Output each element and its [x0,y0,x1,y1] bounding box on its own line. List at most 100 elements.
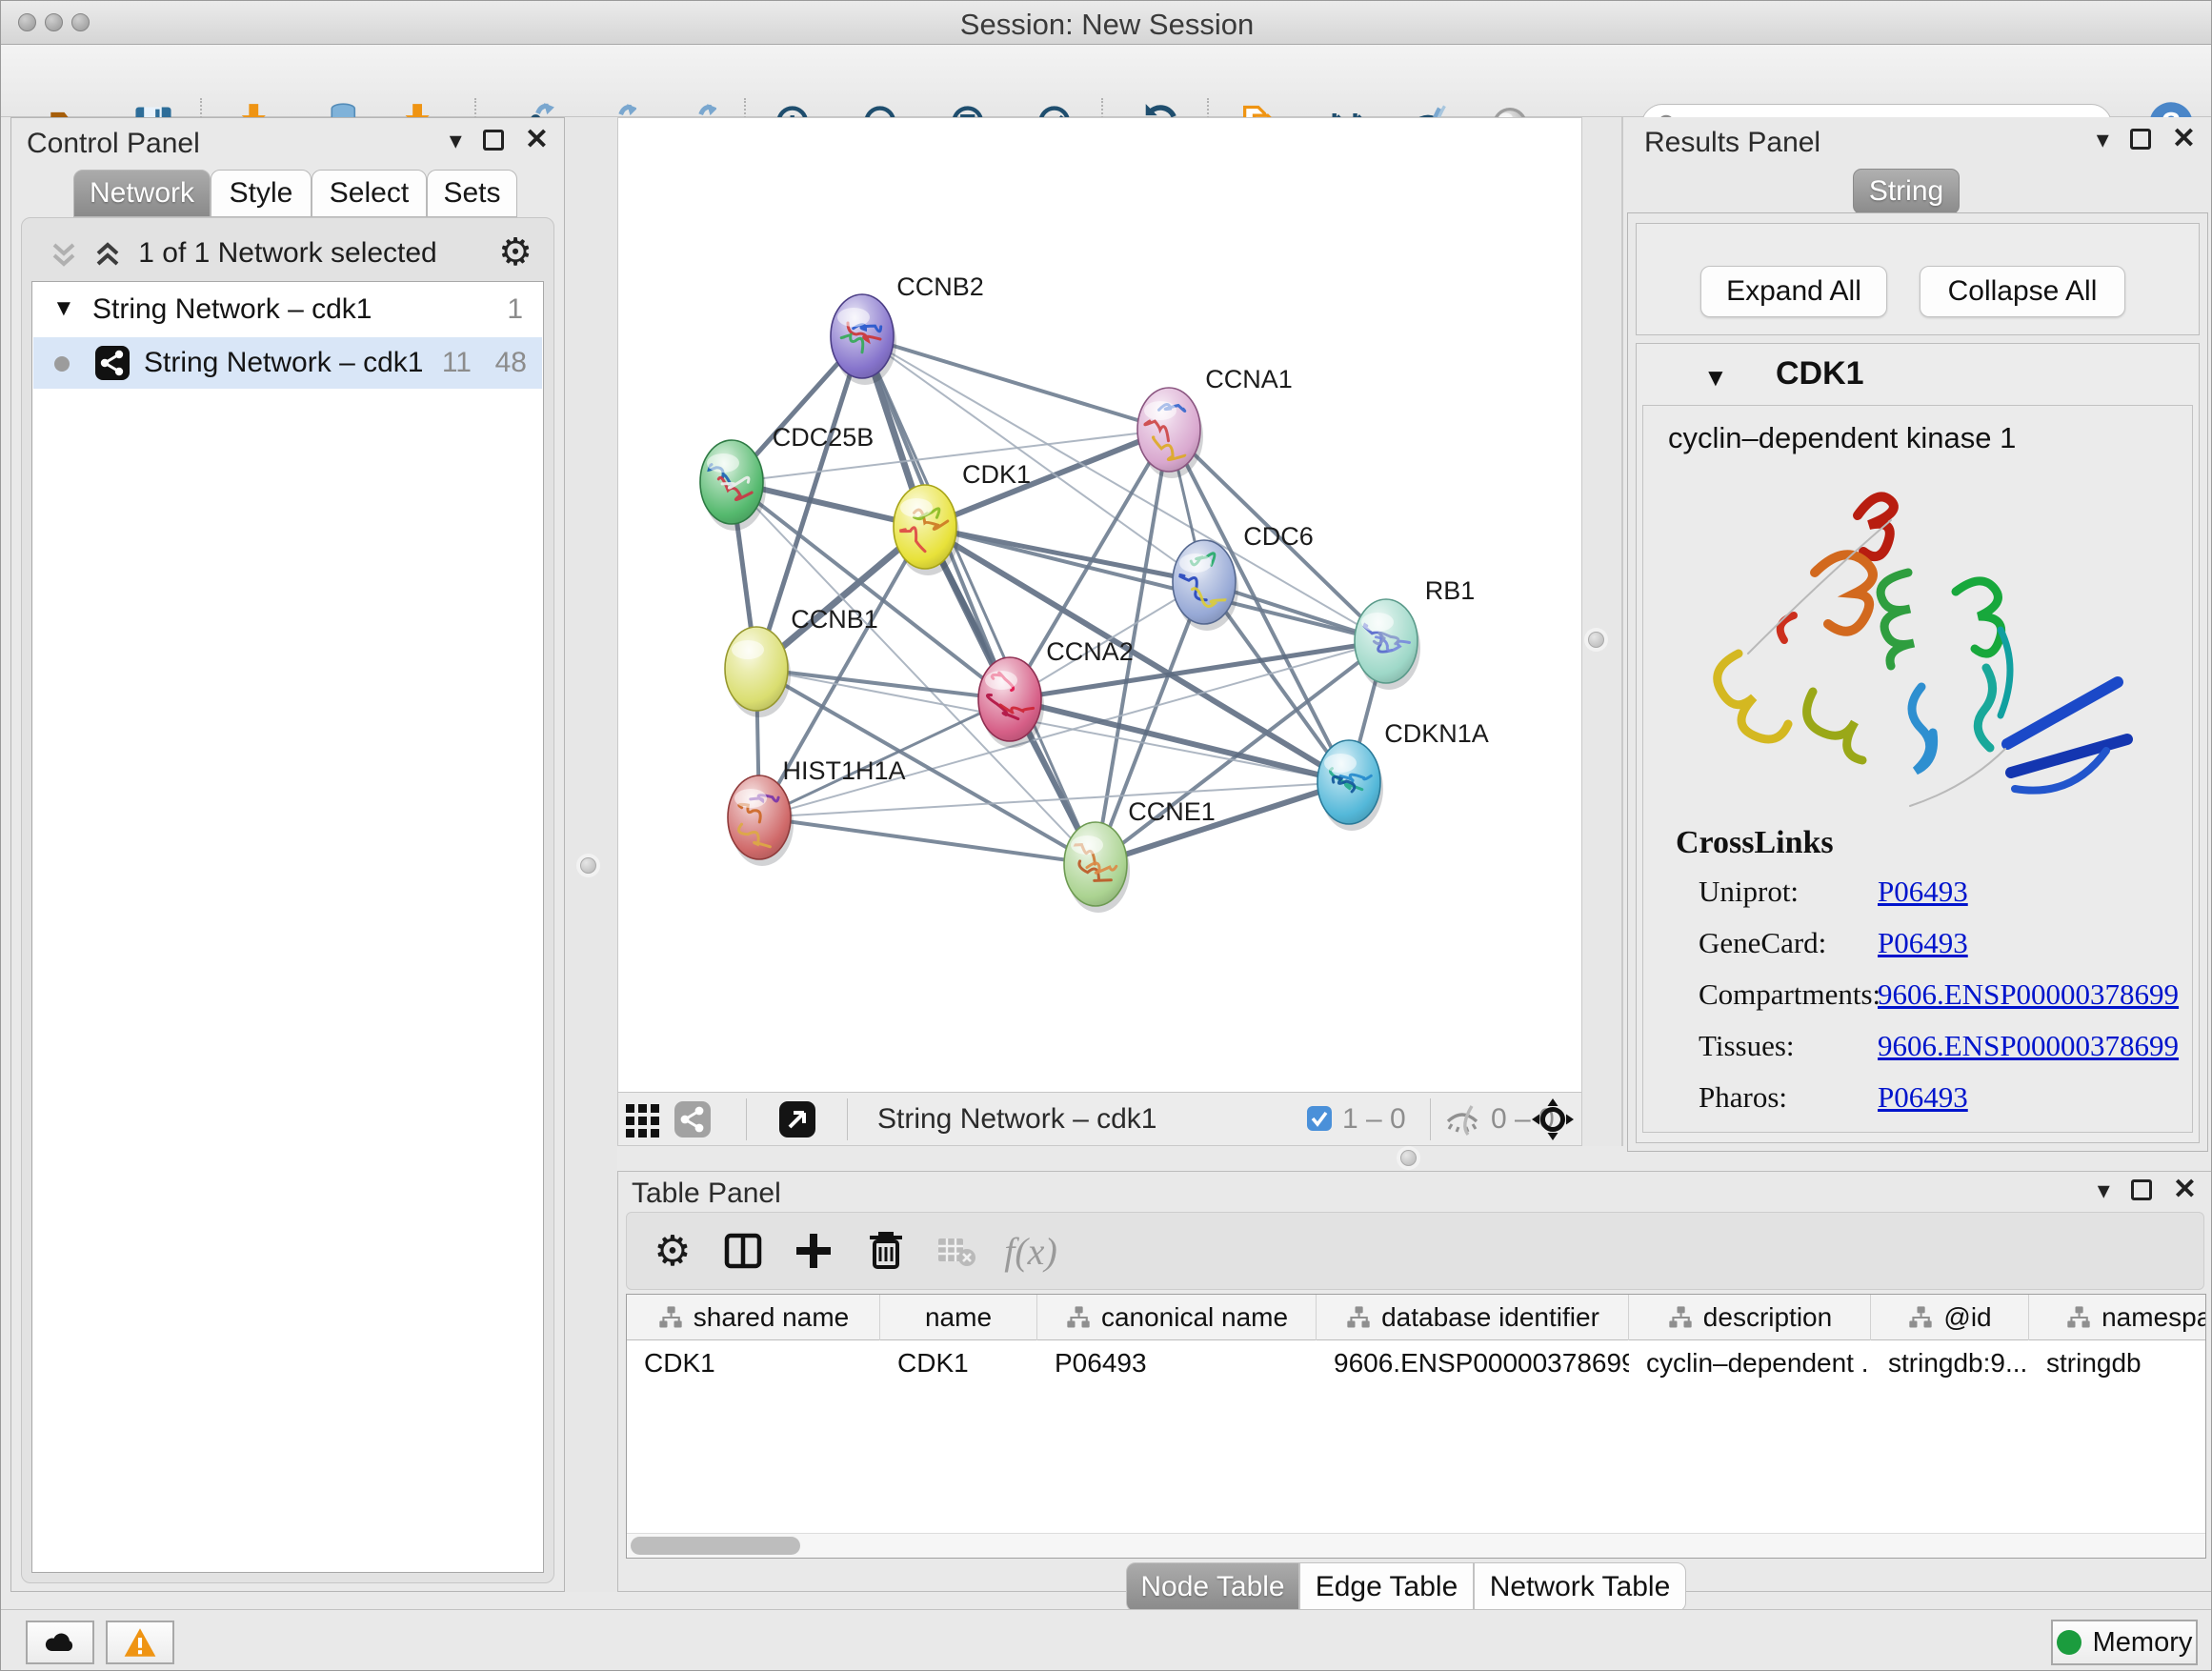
crosslink-row: Compartments:9606.ENSP00000378699 [1643,977,2192,1025]
edge-CCNB2-RB1[interactable] [862,336,1386,641]
delete-column-icon[interactable] [861,1226,911,1276]
crosslink-genecard-link[interactable]: P06493 [1878,926,1968,960]
table-options-gear-icon[interactable]: ⚙ [648,1226,697,1276]
network-view[interactable]: CCNB2CCNA1CDC25BCDK1CDC6RB1CCNB1CCNA2CDK… [617,117,1582,1146]
node-CDKN1A[interactable]: CDKN1A [1317,719,1489,831]
node-CDK1[interactable]: CDK1 [894,460,1031,575]
tab-node-table[interactable]: Node Table [1126,1562,1299,1612]
network-collection-row[interactable]: ▼ String Network – cdk1 1 [33,284,542,335]
node-CDC25B[interactable]: CDC25B [700,423,874,531]
section-expander-icon[interactable]: ▼ [1703,363,1728,393]
panel-close-icon[interactable]: ✕ [525,128,549,152]
memory-status-dot [2057,1630,2081,1655]
protein-structure-image [1672,463,2167,815]
tab-network-table[interactable]: Network Table [1474,1562,1686,1612]
selected-checkbox-icon[interactable] [1306,1105,1333,1132]
crosslink-row: GeneCard:P06493 [1643,926,2192,974]
memory-label: Memory [2093,1627,2193,1659]
network-canvas[interactable]: CCNB2CCNA1CDC25BCDK1CDC6RB1CCNB1CCNA2CDK… [618,118,1581,1092]
network-status-bar: String Network – cdk1 1 – 0 0 – 0 [618,1092,1581,1145]
column-header-shared-name[interactable]: shared name [627,1295,880,1340]
table-cell[interactable]: P06493 [1037,1340,1317,1384]
string-results-container: Expand All Collapse All ▼ CDK1 cyclin–de… [1627,212,2208,1152]
panel-close-icon[interactable]: ✕ [2172,127,2196,151]
grid-view-icon[interactable] [624,1100,662,1138]
crosslink-compartments-link[interactable]: 9606.ENSP00000378699 [1878,977,2179,1012]
column-header-canonical-name[interactable]: canonical name [1037,1295,1317,1340]
control-panel: Control Panel ▾ ✕ NetworkStyleSelectSets… [10,117,565,1592]
left-splitter[interactable] [565,117,617,1592]
crosshair-icon[interactable] [1531,1097,1575,1141]
crosslink-uniprot-link[interactable]: P06493 [1878,875,1968,909]
table-cell[interactable]: stringdb:9... [1871,1340,2029,1384]
table-cell[interactable]: cyclin–dependent ... [1629,1340,1871,1384]
show-columns-icon[interactable] [718,1226,768,1276]
table-row[interactable]: CDK1CDK1P064939606.ENSP00000378699cyclin… [627,1340,2206,1384]
add-column-icon[interactable] [789,1226,838,1276]
current-network-dot [54,356,70,372]
network-view-icon[interactable] [674,1100,712,1138]
birdseye-view-icon[interactable] [778,1100,816,1138]
column-header-name[interactable]: name [880,1295,1037,1340]
tab-edge-table[interactable]: Edge Table [1299,1562,1474,1612]
column-header-description[interactable]: description [1629,1295,1871,1340]
node-label-CCNB2: CCNB2 [896,272,984,301]
splitter-handle[interactable] [1588,632,1604,648]
edge-CCNB1-CCNA2[interactable] [756,669,1010,699]
table-cell[interactable]: 9606.ENSP00000378699 [1317,1340,1629,1384]
splitter-handle[interactable] [1400,1150,1417,1166]
table-cell[interactable]: CDK1 [627,1340,880,1384]
column-header-namespace[interactable]: namespace [2029,1295,2206,1340]
network-tree: ▼ String Network – cdk1 1 String Network… [31,281,544,1573]
warnings-button[interactable] [106,1621,174,1664]
warning-icon [123,1625,157,1660]
scrollbar-thumb[interactable] [631,1537,800,1555]
network-icon [94,345,131,381]
horizontal-scrollbar[interactable] [627,1533,2205,1558]
splitter-handle[interactable] [580,857,596,874]
table-cell[interactable]: stringdb [2029,1340,2206,1384]
node-CCNA1[interactable]: CCNA1 [1137,365,1293,478]
column-header-database-identifier[interactable]: database identifier [1317,1295,1629,1340]
table-toolbar: ⚙ f(x) [626,1212,2204,1290]
node-label-CDKN1A: CDKN1A [1384,719,1489,748]
network-row[interactable]: String Network – cdk1 11 48 [33,337,542,389]
hierarchy-icon [1065,1304,1092,1331]
node-label-HIST1H1A: HIST1H1A [782,756,905,785]
tree-expander-icon[interactable]: ▼ [52,295,75,322]
memory-button[interactable]: Memory [2051,1620,2198,1665]
edge-CDK1-RB1[interactable] [925,527,1386,641]
panel-menu-icon[interactable]: ▾ [2098,1178,2110,1202]
edge-HIST1H1A-CCNE1[interactable] [759,817,1096,864]
panel-float-icon[interactable] [2131,1179,2152,1200]
column-header--id[interactable]: @id [1871,1295,2029,1340]
tab-sets[interactable]: Sets [427,170,517,217]
collapse-all-button[interactable]: Collapse All [1920,266,2125,317]
hidden-eye-icon [1443,1100,1481,1138]
table-cell[interactable]: CDK1 [880,1340,1037,1384]
status-bar: Memory [1,1609,2212,1671]
edge-CCNB2-CCNA1[interactable] [862,336,1169,430]
panel-menu-icon[interactable]: ▾ [450,128,462,152]
right-splitter[interactable] [1582,117,1623,1146]
tab-network[interactable]: Network [73,170,211,217]
panel-menu-icon[interactable]: ▾ [2097,127,2109,151]
panel-float-icon[interactable] [2130,129,2151,150]
node-RB1[interactable]: RB1 [1355,576,1475,690]
network-title: String Network – cdk1 [877,1103,1156,1136]
node-HIST1H1A[interactable]: HIST1H1A [728,756,906,866]
crosslink-pharos-link[interactable]: P06493 [1878,1080,1968,1115]
tab-style[interactable]: Style [211,170,312,217]
collection-name: String Network – cdk1 [92,293,372,326]
crosslink-tissues-link[interactable]: 9606.ENSP00000378699 [1878,1029,2179,1063]
expand-all-button[interactable]: Expand All [1700,266,1887,317]
cloud-button[interactable] [26,1621,94,1664]
node-CCNE1[interactable]: CCNE1 [1064,797,1216,913]
tab-string[interactable]: String [1853,169,1960,214]
hierarchy-icon [657,1304,684,1331]
tab-select[interactable]: Select [312,170,427,217]
main-toolbar: ? [1,45,2212,117]
panel-float-icon[interactable] [483,130,504,151]
gear-icon[interactable]: ⚙ [498,232,533,273]
panel-close-icon[interactable]: ✕ [2173,1178,2197,1202]
